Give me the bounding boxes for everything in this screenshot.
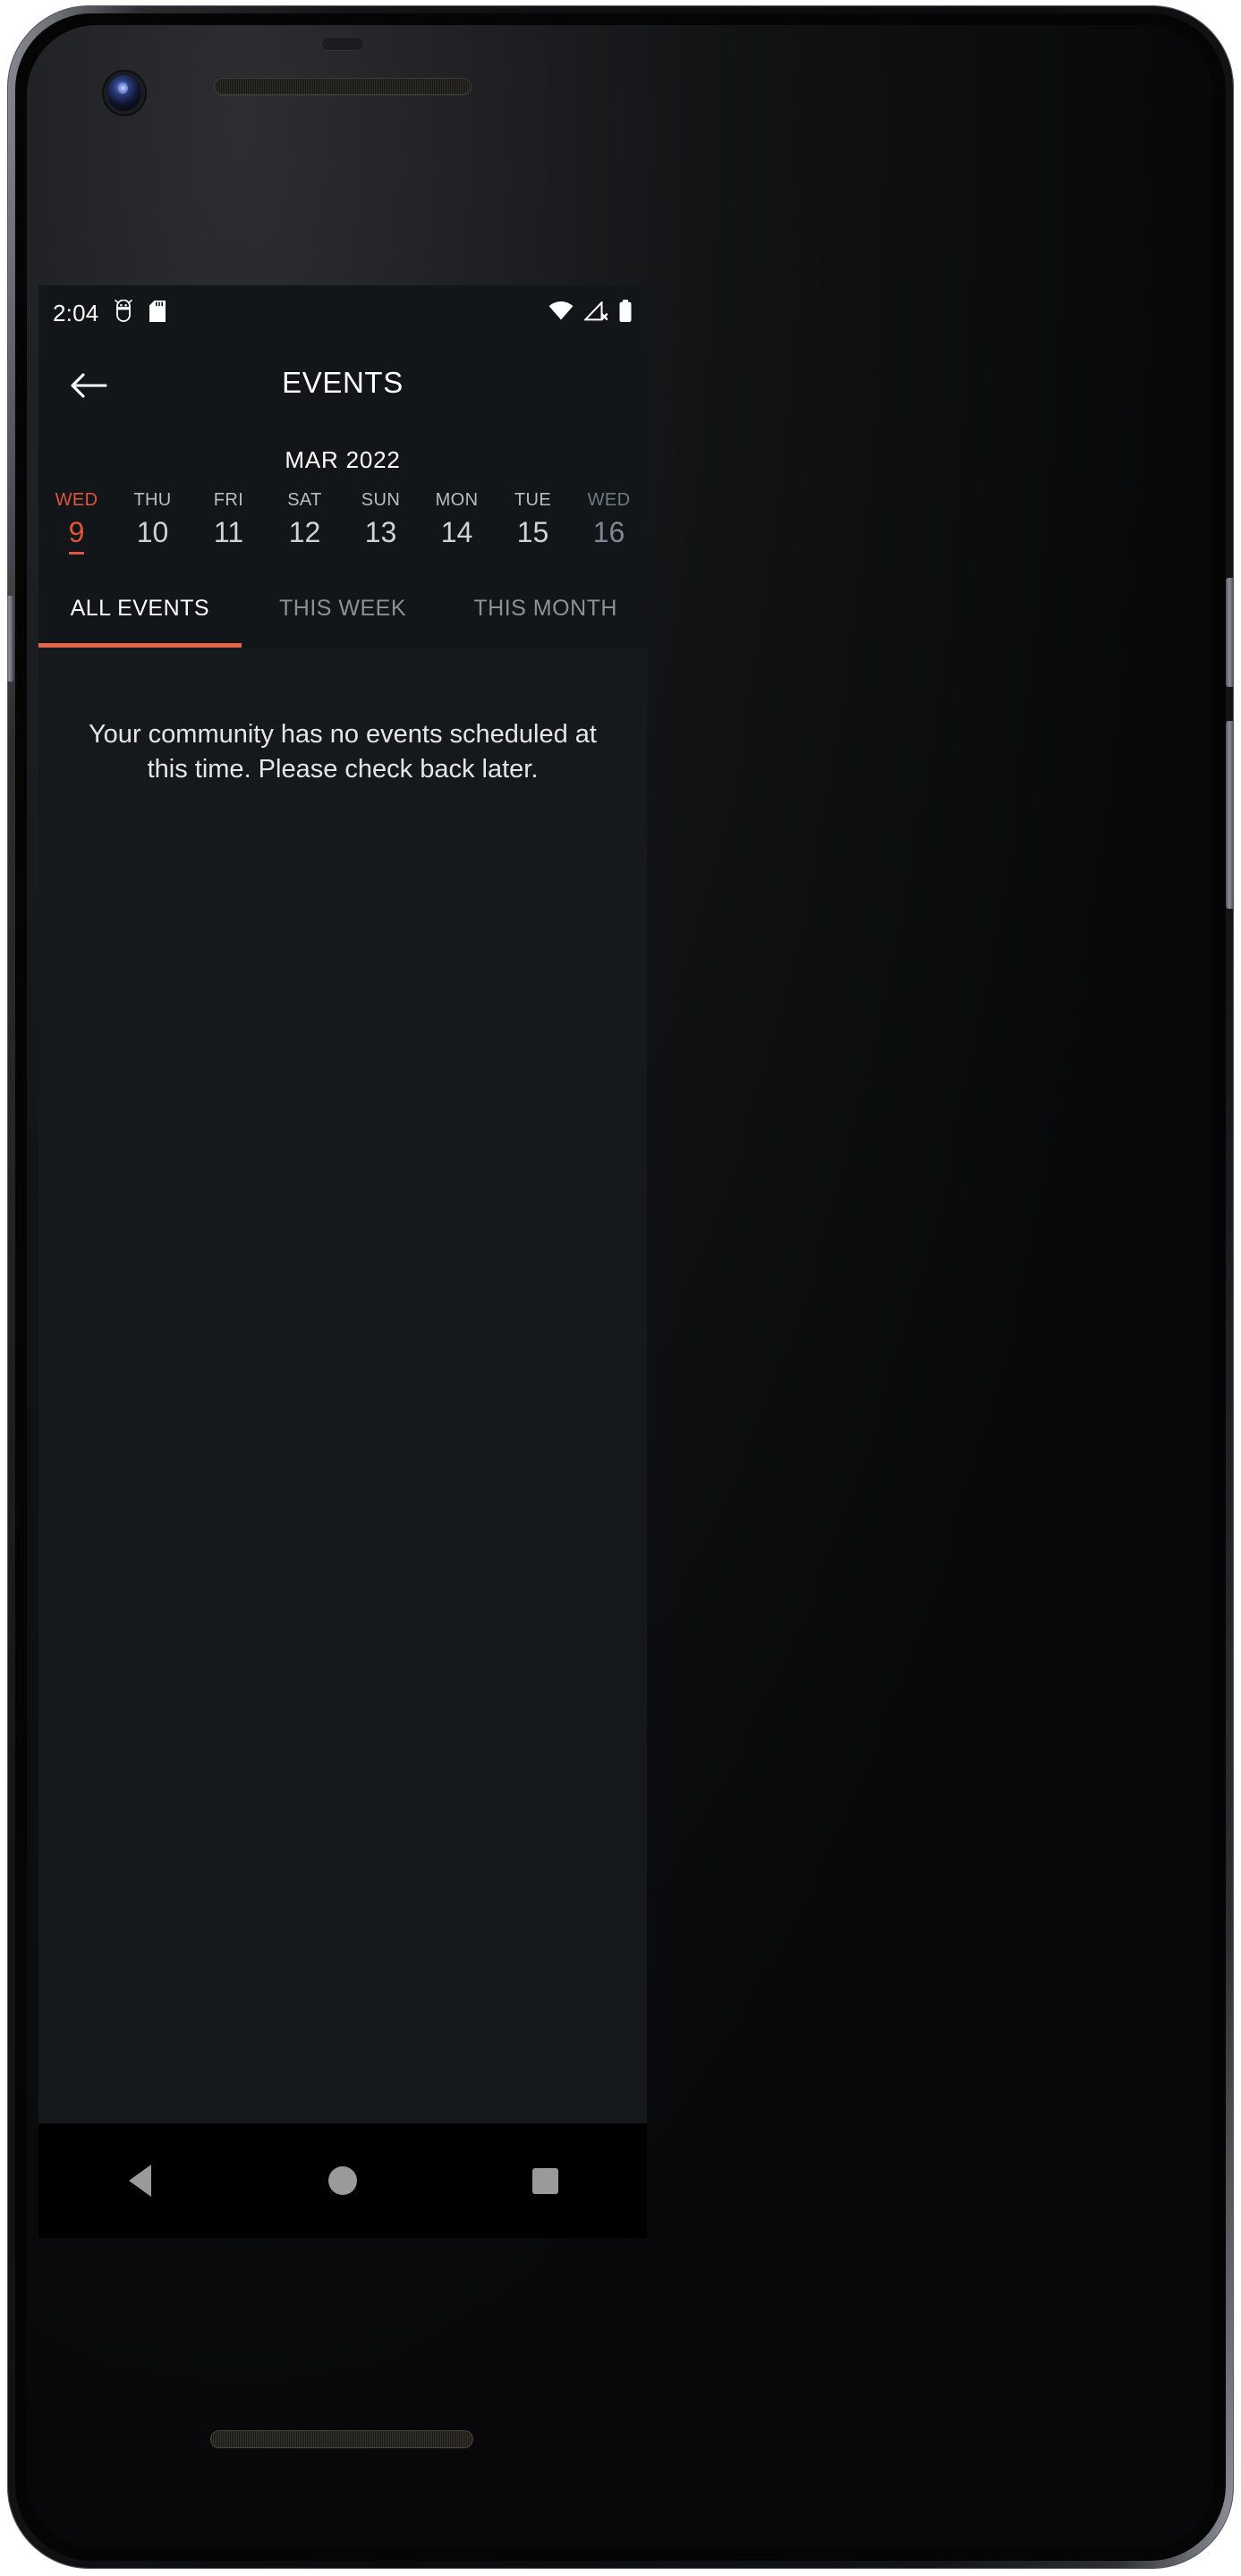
side-button-left[interactable] xyxy=(7,596,14,682)
home-circle-icon xyxy=(328,2166,357,2195)
date-cell-dow: WED xyxy=(55,490,98,510)
empty-state-message: Your community has no events scheduled a… xyxy=(89,719,597,784)
wifi-icon xyxy=(548,301,574,326)
status-bar-left-group: 2:04 xyxy=(53,285,166,341)
bottom-speaker xyxy=(211,2431,472,2447)
app-bar: EVENTS xyxy=(38,341,647,434)
date-cell[interactable]: SUN 13 xyxy=(343,490,419,555)
android-nav-bar xyxy=(38,2123,647,2238)
back-triangle-icon xyxy=(128,2165,151,2197)
volume-button[interactable] xyxy=(1226,721,1234,909)
battery-full-icon xyxy=(618,299,633,327)
date-cell[interactable]: SAT 12 xyxy=(267,490,343,555)
page-title: EVENTS xyxy=(282,366,404,399)
tab-label: ALL EVENTS xyxy=(70,596,210,622)
date-cell-number: 13 xyxy=(364,516,397,548)
cellular-no-signal-icon xyxy=(582,300,608,326)
date-cell[interactable]: WED 9 xyxy=(38,490,115,555)
status-clock: 2:04 xyxy=(53,300,99,326)
date-cell-number: 12 xyxy=(288,516,321,548)
date-cell[interactable]: FRI 11 xyxy=(191,490,267,555)
tab-this-week[interactable]: THIS WEEK xyxy=(242,571,445,648)
tab-this-month[interactable]: THIS MONTH xyxy=(444,571,647,648)
date-cell-dow: MON xyxy=(435,490,479,510)
top-grill xyxy=(322,38,363,50)
date-cell-number: 9 xyxy=(68,517,85,555)
nav-home-button[interactable] xyxy=(242,2123,445,2238)
date-cell-dow: FRI xyxy=(213,490,244,510)
phone-screen: 2:04 EVENTS MAR 2022 WED 9 THU 10 FRI 11… xyxy=(38,285,647,2123)
phone-device-frame: 2:04 EVENTS MAR 2022 WED 9 THU 10 FRI 11… xyxy=(7,5,1234,2569)
status-bar: 2:04 xyxy=(38,285,647,341)
date-cell-number: 15 xyxy=(516,516,549,548)
tab-label: THIS MONTH xyxy=(473,596,617,622)
recents-square-icon xyxy=(532,2167,559,2194)
nav-back-button[interactable] xyxy=(38,2123,242,2238)
month-label: MAR 2022 xyxy=(38,434,647,474)
camera-glint xyxy=(118,82,128,94)
date-cell-number: 14 xyxy=(440,516,473,548)
date-cell-dow: SUN xyxy=(361,490,401,510)
events-list-area: Your community has no events scheduled a… xyxy=(38,647,647,2123)
date-cell-number: 10 xyxy=(136,516,169,548)
date-cell-dow: SAT xyxy=(287,490,322,510)
nav-recents-button[interactable] xyxy=(444,2123,647,2238)
status-bar-right-group xyxy=(548,285,633,341)
android-debug-icon xyxy=(114,299,133,327)
date-cell[interactable]: WED 16 xyxy=(571,490,647,555)
date-cell-number: 11 xyxy=(213,516,244,548)
date-strip[interactable]: WED 9 THU 10 FRI 11 SAT 12 SUN 13 MON 14 xyxy=(38,474,647,571)
date-cell-dow: TUE xyxy=(514,490,552,510)
date-cell[interactable]: TUE 15 xyxy=(495,490,571,555)
earpiece-speaker xyxy=(215,79,471,94)
date-cell-number: 16 xyxy=(592,516,625,548)
tab-label: THIS WEEK xyxy=(279,596,407,622)
tab-bar: ALL EVENTS THIS WEEK THIS MONTH xyxy=(38,570,647,648)
date-cell[interactable]: THU 10 xyxy=(115,490,191,555)
tab-all-events[interactable]: ALL EVENTS xyxy=(38,571,242,648)
date-cell[interactable]: MON 14 xyxy=(419,490,495,555)
sd-card-icon xyxy=(149,300,166,327)
date-cell-dow: WED xyxy=(587,490,631,510)
power-button[interactable] xyxy=(1226,578,1234,687)
tab-active-indicator xyxy=(38,642,242,648)
date-cell-dow: THU xyxy=(133,490,172,510)
